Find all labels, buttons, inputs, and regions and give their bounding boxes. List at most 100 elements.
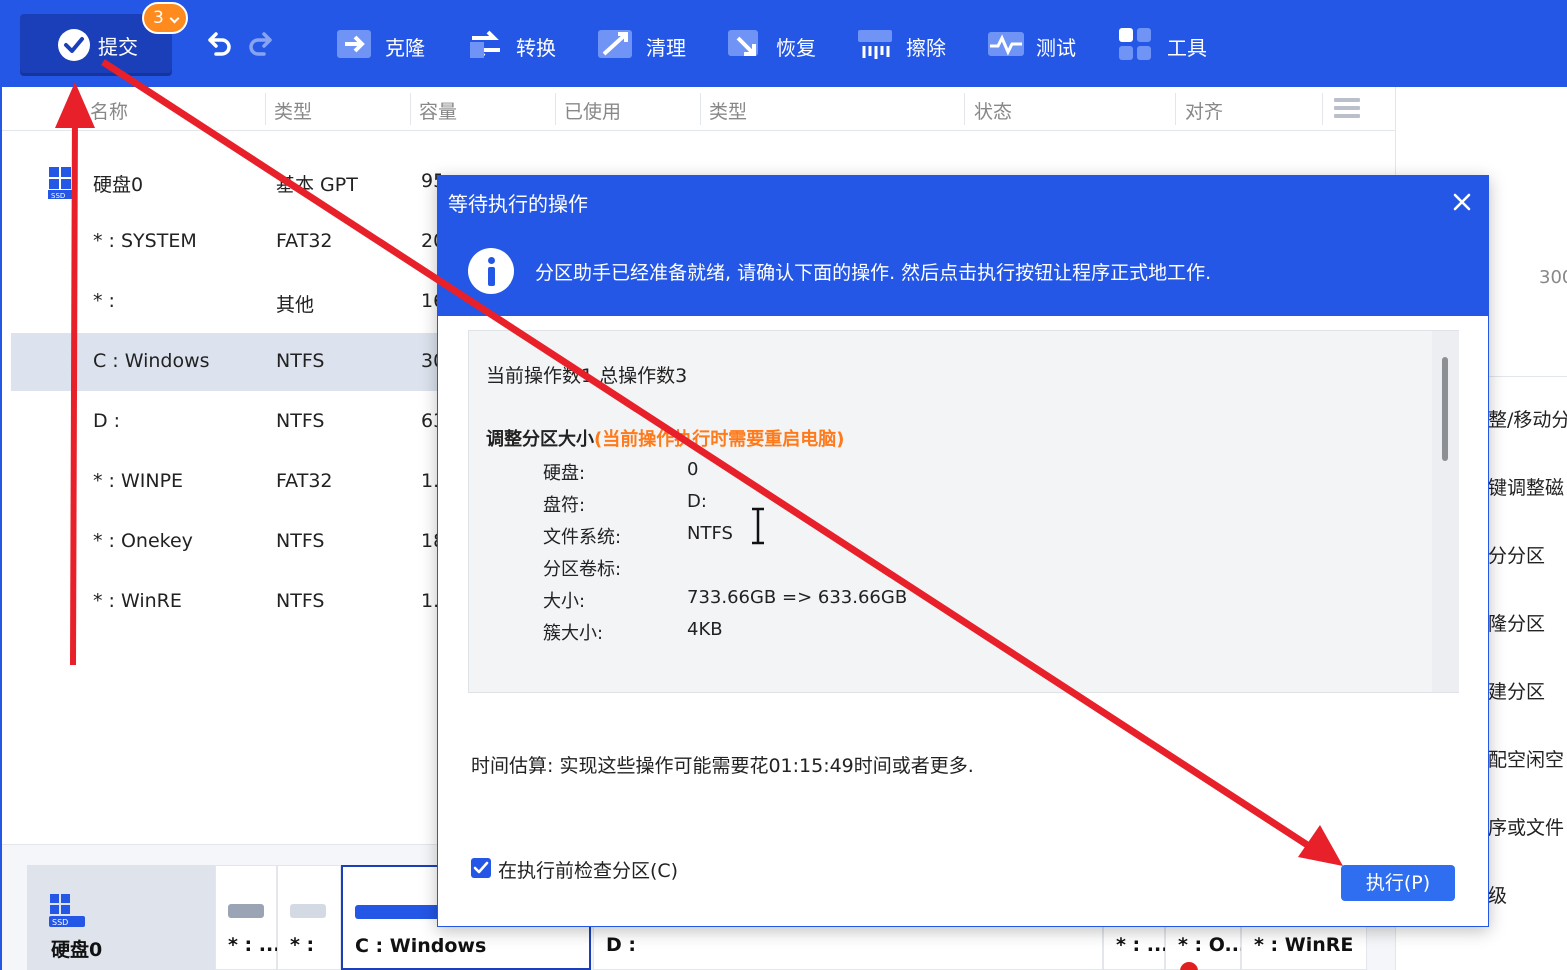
panel-item-advanced[interactable]: 级 (1488, 881, 1507, 908)
tool-label: 恢复 (776, 36, 816, 60)
check-circle-icon (58, 29, 90, 61)
row-name: * : (93, 290, 115, 312)
table-row[interactable]: * : WinRE NTFS 1. (11, 573, 441, 631)
table-row[interactable]: * : SYSTEM FAT32 20 (11, 213, 441, 271)
row-name: * : WINPE (93, 470, 184, 492)
operation-count: 当前操作数1 总操作数3 (486, 365, 688, 387)
column-header[interactable]: 类型 (709, 97, 747, 124)
row-type: FAT32 (276, 230, 333, 252)
convert-icon (470, 30, 500, 58)
panel-item-split[interactable]: 分分区 (1488, 541, 1545, 568)
window-border (0, 87, 2, 970)
check-partition-label[interactable]: 在执行前检查分区(C) (498, 856, 678, 883)
row-name: C : Windows (93, 350, 210, 372)
check-partition-checkbox[interactable] (471, 858, 491, 878)
column-divider[interactable] (410, 93, 411, 125)
ssd-disk-icon: SSD (49, 894, 85, 927)
toolbar: 提交 3 克隆 转换 清理 恢复 擦除 测试 工具 (0, 0, 1567, 87)
dialog-message: 分区助手已经准备就绪, 请确认下面的操作. 然后点击执行按钮让程序正式地工作. (535, 262, 1212, 284)
column-divider[interactable] (700, 93, 701, 125)
panel-divider (1488, 376, 1567, 377)
partition-bar (228, 904, 264, 918)
row-name: * : WinRE (93, 590, 182, 612)
row-type: NTFS (276, 530, 325, 552)
row-type: NTFS (276, 410, 325, 432)
operations-list[interactable]: 当前操作数1 总操作数3 调整分区大小(当前操作执行时需要重启电脑) 硬盘: 0… (468, 330, 1459, 693)
column-header[interactable]: 类型 (274, 97, 312, 124)
dialog-title: 等待执行的操作 (448, 192, 588, 216)
detail-key: 盘符: (543, 495, 586, 516)
partition-label: D : (606, 934, 636, 956)
close-icon[interactable] (1450, 190, 1474, 214)
operation-title: 调整分区大小(当前操作执行时需要重启电脑) (486, 425, 844, 451)
tool-label: 转换 (516, 36, 556, 60)
row-type: NTFS (276, 590, 325, 612)
dialog-header: 等待执行的操作 分区助手已经准备就绪, 请确认下面的操作. 然后点击执行按钮让程… (438, 176, 1488, 316)
partition-label: C : Windows (355, 935, 487, 957)
operation-name: 调整分区大小 (486, 429, 594, 450)
panel-item-resize-move[interactable]: 整/移动分 (1488, 405, 1567, 432)
row-name: D : (93, 410, 121, 432)
row-type: 基本 GPT (276, 174, 358, 196)
recover-icon (728, 30, 758, 56)
row-name: * : SYSTEM (93, 230, 197, 252)
detail-value: 0 (687, 459, 699, 480)
chevron-down-icon (169, 13, 180, 24)
detail-key: 文件系统: (543, 527, 622, 548)
detail-value: 4KB (687, 619, 723, 640)
partition-bar (355, 905, 445, 919)
tool-label: 克隆 (385, 36, 425, 60)
row-name: 硬盘0 (93, 174, 144, 196)
table-row[interactable]: D : NTFS 63 (11, 393, 441, 451)
partition-block[interactable]: * : ... (215, 865, 280, 970)
column-header[interactable]: 状态 (974, 97, 1012, 124)
panel-item-one-click-resize[interactable]: 键调整磁 (1488, 473, 1564, 500)
tools-icon (1119, 28, 1151, 60)
column-header[interactable]: 对齐 (1185, 97, 1223, 124)
pending-operations-dialog: 等待执行的操作 分区助手已经准备就绪, 请确认下面的操作. 然后点击执行按钮让程… (437, 175, 1489, 927)
detail-key: 簇大小: (543, 623, 604, 644)
detail-value: 733.66GB => 633.66GB (687, 587, 908, 608)
capacity-readout: 300 (1539, 267, 1567, 288)
partition-label: * : (290, 934, 315, 956)
execute-button[interactable]: 执行(P) (1341, 865, 1455, 901)
column-divider[interactable] (1322, 93, 1323, 125)
detail-key: 分区卷标: (543, 559, 622, 580)
partition-label: * : O... (1178, 934, 1247, 956)
detail-value: D: (687, 491, 707, 512)
table-row-selected[interactable]: C : Windows NTFS 30 (11, 333, 441, 391)
partition-block[interactable]: * : (277, 865, 341, 970)
panel-item-app-mover[interactable]: 序或文件 (1488, 813, 1564, 840)
column-divider[interactable] (1175, 93, 1176, 125)
scrollbar[interactable] (1432, 331, 1459, 692)
column-divider[interactable] (555, 93, 556, 125)
column-settings-icon[interactable] (1334, 98, 1360, 118)
detail-value: NTFS (687, 523, 733, 544)
wipe-icon (858, 30, 892, 59)
redo-icon[interactable] (246, 30, 276, 60)
disk-card[interactable]: SSD 硬盘0 (27, 865, 215, 970)
disk-name: 硬盘0 (51, 939, 103, 961)
panel-item-clone[interactable]: 隆分区 (1488, 609, 1545, 636)
row-type: NTFS (276, 350, 325, 372)
table-row[interactable]: * : WINPE FAT32 1. (11, 453, 441, 511)
pending-count-badge[interactable]: 3 (142, 2, 188, 34)
panel-item-create[interactable]: 建分区 (1488, 677, 1545, 704)
scrollbar-thumb[interactable] (1442, 357, 1448, 461)
reboot-note: (当前操作执行时需要重启电脑) (594, 429, 845, 450)
row-type: FAT32 (276, 470, 333, 492)
table-row-disk0[interactable]: 硬盘0 基本 GPT 95 (11, 153, 441, 211)
partition-label: * : WinRE (1254, 934, 1354, 956)
detail-key: 硬盘: (543, 463, 586, 484)
column-divider[interactable] (265, 93, 266, 125)
undo-icon[interactable] (204, 30, 234, 60)
table-row[interactable]: * : 其他 16 (11, 273, 441, 331)
column-header[interactable]: 名称 (90, 97, 128, 124)
column-header[interactable]: 已使用 (564, 97, 621, 124)
tool-label: 清理 (646, 36, 686, 60)
column-divider[interactable] (964, 93, 965, 125)
table-row[interactable]: * : Onekey NTFS 18 (11, 513, 441, 571)
info-icon (468, 248, 514, 294)
panel-item-allocate[interactable]: 配空闲空 (1488, 745, 1564, 772)
column-header[interactable]: 容量 (419, 97, 457, 124)
